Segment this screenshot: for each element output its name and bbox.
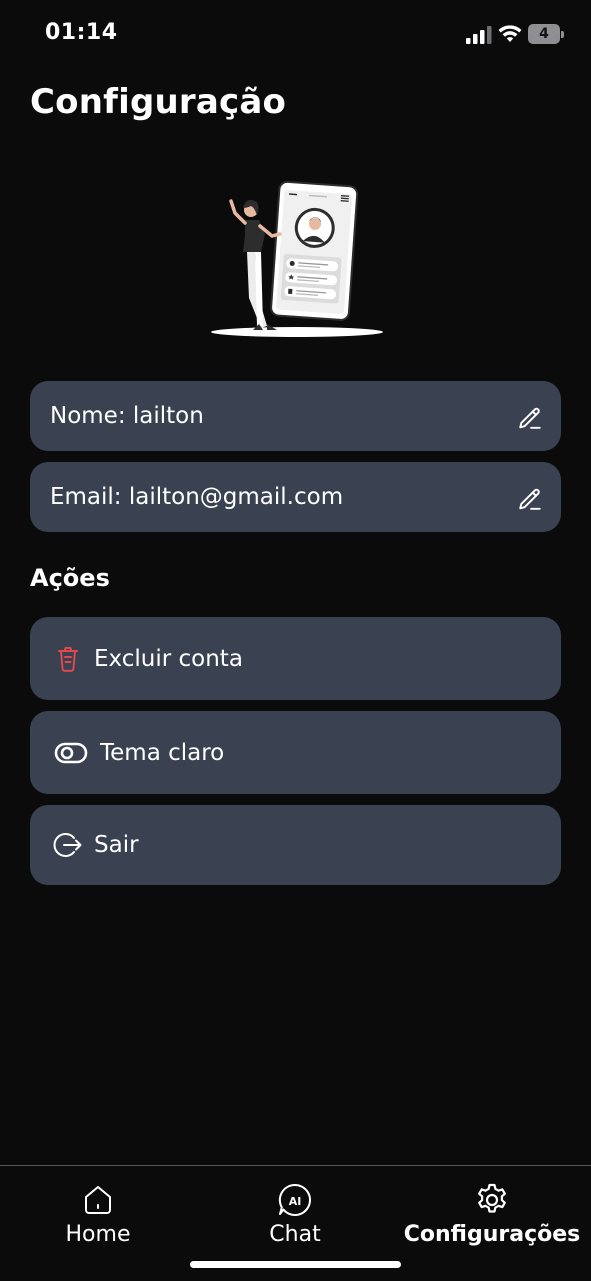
- nav-label-home: Home: [65, 1222, 131, 1247]
- edit-email-icon[interactable]: [517, 487, 543, 513]
- profile-illustration: [211, 180, 383, 337]
- battery-level: 4: [539, 26, 549, 42]
- name-card: Nome: lailton: [30, 381, 561, 451]
- cellular-signal-icon: [466, 26, 492, 44]
- edit-name-icon[interactable]: [517, 406, 543, 432]
- page-title: Configuração: [30, 82, 287, 122]
- home-icon: [85, 1186, 111, 1214]
- battery-icon: 4: [528, 24, 564, 46]
- svg-text:AI: AI: [289, 1195, 302, 1208]
- nav-label-settings: Configurações: [403, 1222, 581, 1247]
- delete-account-label: Excluir conta: [94, 645, 243, 672]
- actions-section-title: Ações: [30, 564, 110, 592]
- gear-icon: [478, 1183, 506, 1213]
- wifi-icon: [498, 25, 522, 42]
- logout-button[interactable]: Sair: [30, 805, 561, 885]
- home-indicator: [190, 1261, 401, 1268]
- email-field: Email: lailton@gmail.com: [50, 484, 344, 510]
- light-theme-toggle[interactable]: Tema claro: [30, 711, 561, 794]
- trash-icon: [58, 646, 78, 672]
- light-theme-label: Tema claro: [100, 739, 225, 766]
- delete-account-button[interactable]: Excluir conta: [30, 617, 561, 700]
- logout-label: Sair: [94, 832, 139, 858]
- name-field: Nome: lailton: [50, 403, 204, 429]
- status-time: 01:14: [45, 20, 118, 45]
- logout-icon: [53, 833, 82, 857]
- toggle-icon: [54, 742, 88, 763]
- nav-item-home[interactable]: Home: [3, 1182, 193, 1262]
- status-bar: 01:14 4: [0, 0, 591, 70]
- email-card: Email: lailton@gmail.com: [30, 462, 561, 532]
- ai-chat-icon: AI: [278, 1183, 311, 1216]
- nav-label-chat: Chat: [269, 1222, 321, 1247]
- nav-item-settings[interactable]: Configurações: [396, 1182, 588, 1262]
- nav-item-chat[interactable]: AI Chat: [200, 1182, 390, 1262]
